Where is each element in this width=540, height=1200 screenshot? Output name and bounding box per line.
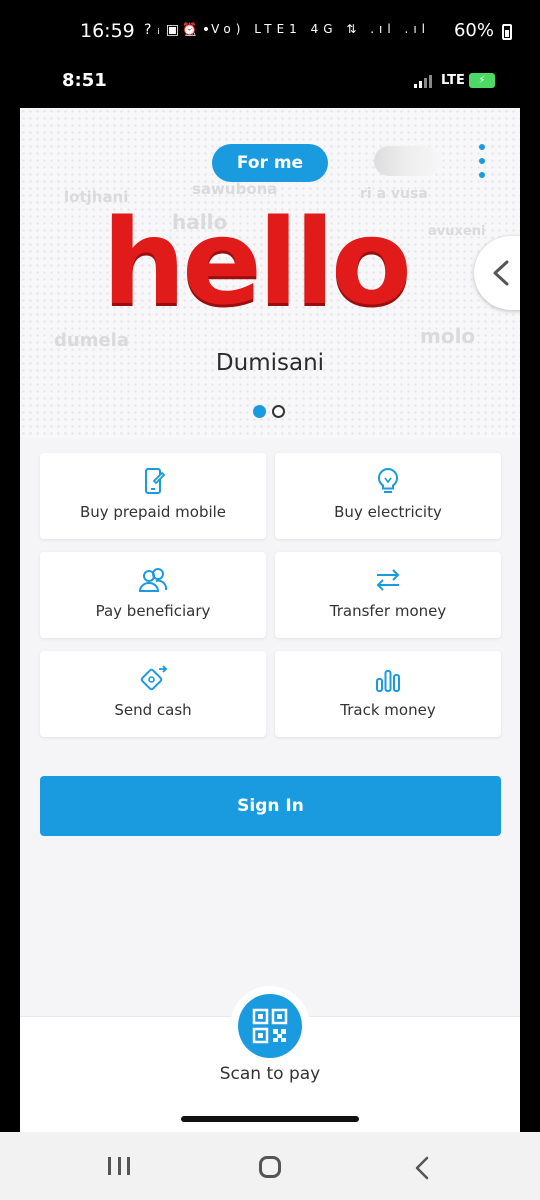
tile-label: Buy electricity	[334, 503, 442, 521]
greeting-word: avuxeni	[428, 224, 486, 239]
carousel-dot[interactable]	[272, 405, 285, 418]
tile-track-money[interactable]: Track money	[275, 651, 501, 737]
signal-strength-icon	[414, 74, 432, 88]
greeting-word: dumela	[54, 330, 129, 351]
recents-icon[interactable]	[108, 1157, 130, 1175]
home-indicator[interactable]	[181, 1116, 359, 1122]
segment-toggle-secondary[interactable]	[374, 146, 440, 176]
tile-label: Transfer money	[329, 602, 447, 620]
connectivity-icons: ⏰ Vo) LTE1 4G ⇅ .ıl .ıl	[182, 22, 430, 36]
greeting-word: molo	[420, 324, 476, 348]
tile-label: Buy prepaid mobile	[79, 503, 227, 521]
device-status-bar: 8:51 LTE ⚡	[0, 62, 540, 108]
android-navigation-bar	[0, 1132, 540, 1200]
tile-pay-beneficiary[interactable]: Pay beneficiary	[40, 552, 266, 638]
kebab-menu-icon[interactable]	[476, 144, 488, 178]
device-time: 8:51	[62, 70, 107, 91]
tile-buy-prepaid-mobile[interactable]: Buy prepaid mobile	[40, 453, 266, 539]
carousel-indicator[interactable]	[253, 405, 285, 418]
send-cash-icon	[140, 665, 168, 691]
battery-percent: 60%	[453, 20, 494, 41]
hello-headline: hello	[102, 193, 412, 331]
tile-label: Track money	[340, 701, 436, 719]
tile-label: Pay beneficiary	[95, 602, 211, 620]
qr-code-icon	[252, 1008, 288, 1044]
tile-transfer-money[interactable]: Transfer money	[275, 552, 501, 638]
tile-send-cash[interactable]: Send cash	[40, 651, 266, 737]
for-me-toggle[interactable]: For me	[212, 144, 328, 182]
chevron-left-icon	[493, 260, 509, 286]
system-time: 16:59	[80, 20, 135, 42]
user-name: Dumisani	[215, 350, 325, 376]
back-icon[interactable]	[412, 1156, 432, 1180]
network-type: LTE	[441, 73, 465, 88]
transfer-arrows-icon	[376, 569, 400, 591]
charging-battery-icon: ⚡	[469, 73, 495, 88]
people-icon	[138, 568, 168, 592]
lightbulb-icon	[377, 467, 399, 493]
system-status-bar: 16:59 ?ᵢ▣◬• ⏰ Vo) LTE1 4G ⇅ .ıl .ıl 60%	[0, 0, 540, 62]
phone-edit-icon	[145, 468, 166, 494]
battery-icon	[502, 24, 512, 40]
tile-label: Send cash	[114, 701, 192, 719]
tile-buy-electricity[interactable]: Buy electricity	[275, 453, 501, 539]
home-icon[interactable]	[259, 1156, 281, 1178]
scan-to-pay-label[interactable]: Scan to pay	[20, 1064, 520, 1084]
banking-app-screen: lotjhani sawubona hallo ri a vusa avuxen…	[20, 108, 520, 1132]
sign-in-button[interactable]: Sign In	[40, 776, 501, 836]
scan-to-pay-button[interactable]	[238, 994, 302, 1058]
bar-chart-icon	[376, 670, 400, 692]
carousel-dot-active[interactable]	[253, 405, 266, 418]
